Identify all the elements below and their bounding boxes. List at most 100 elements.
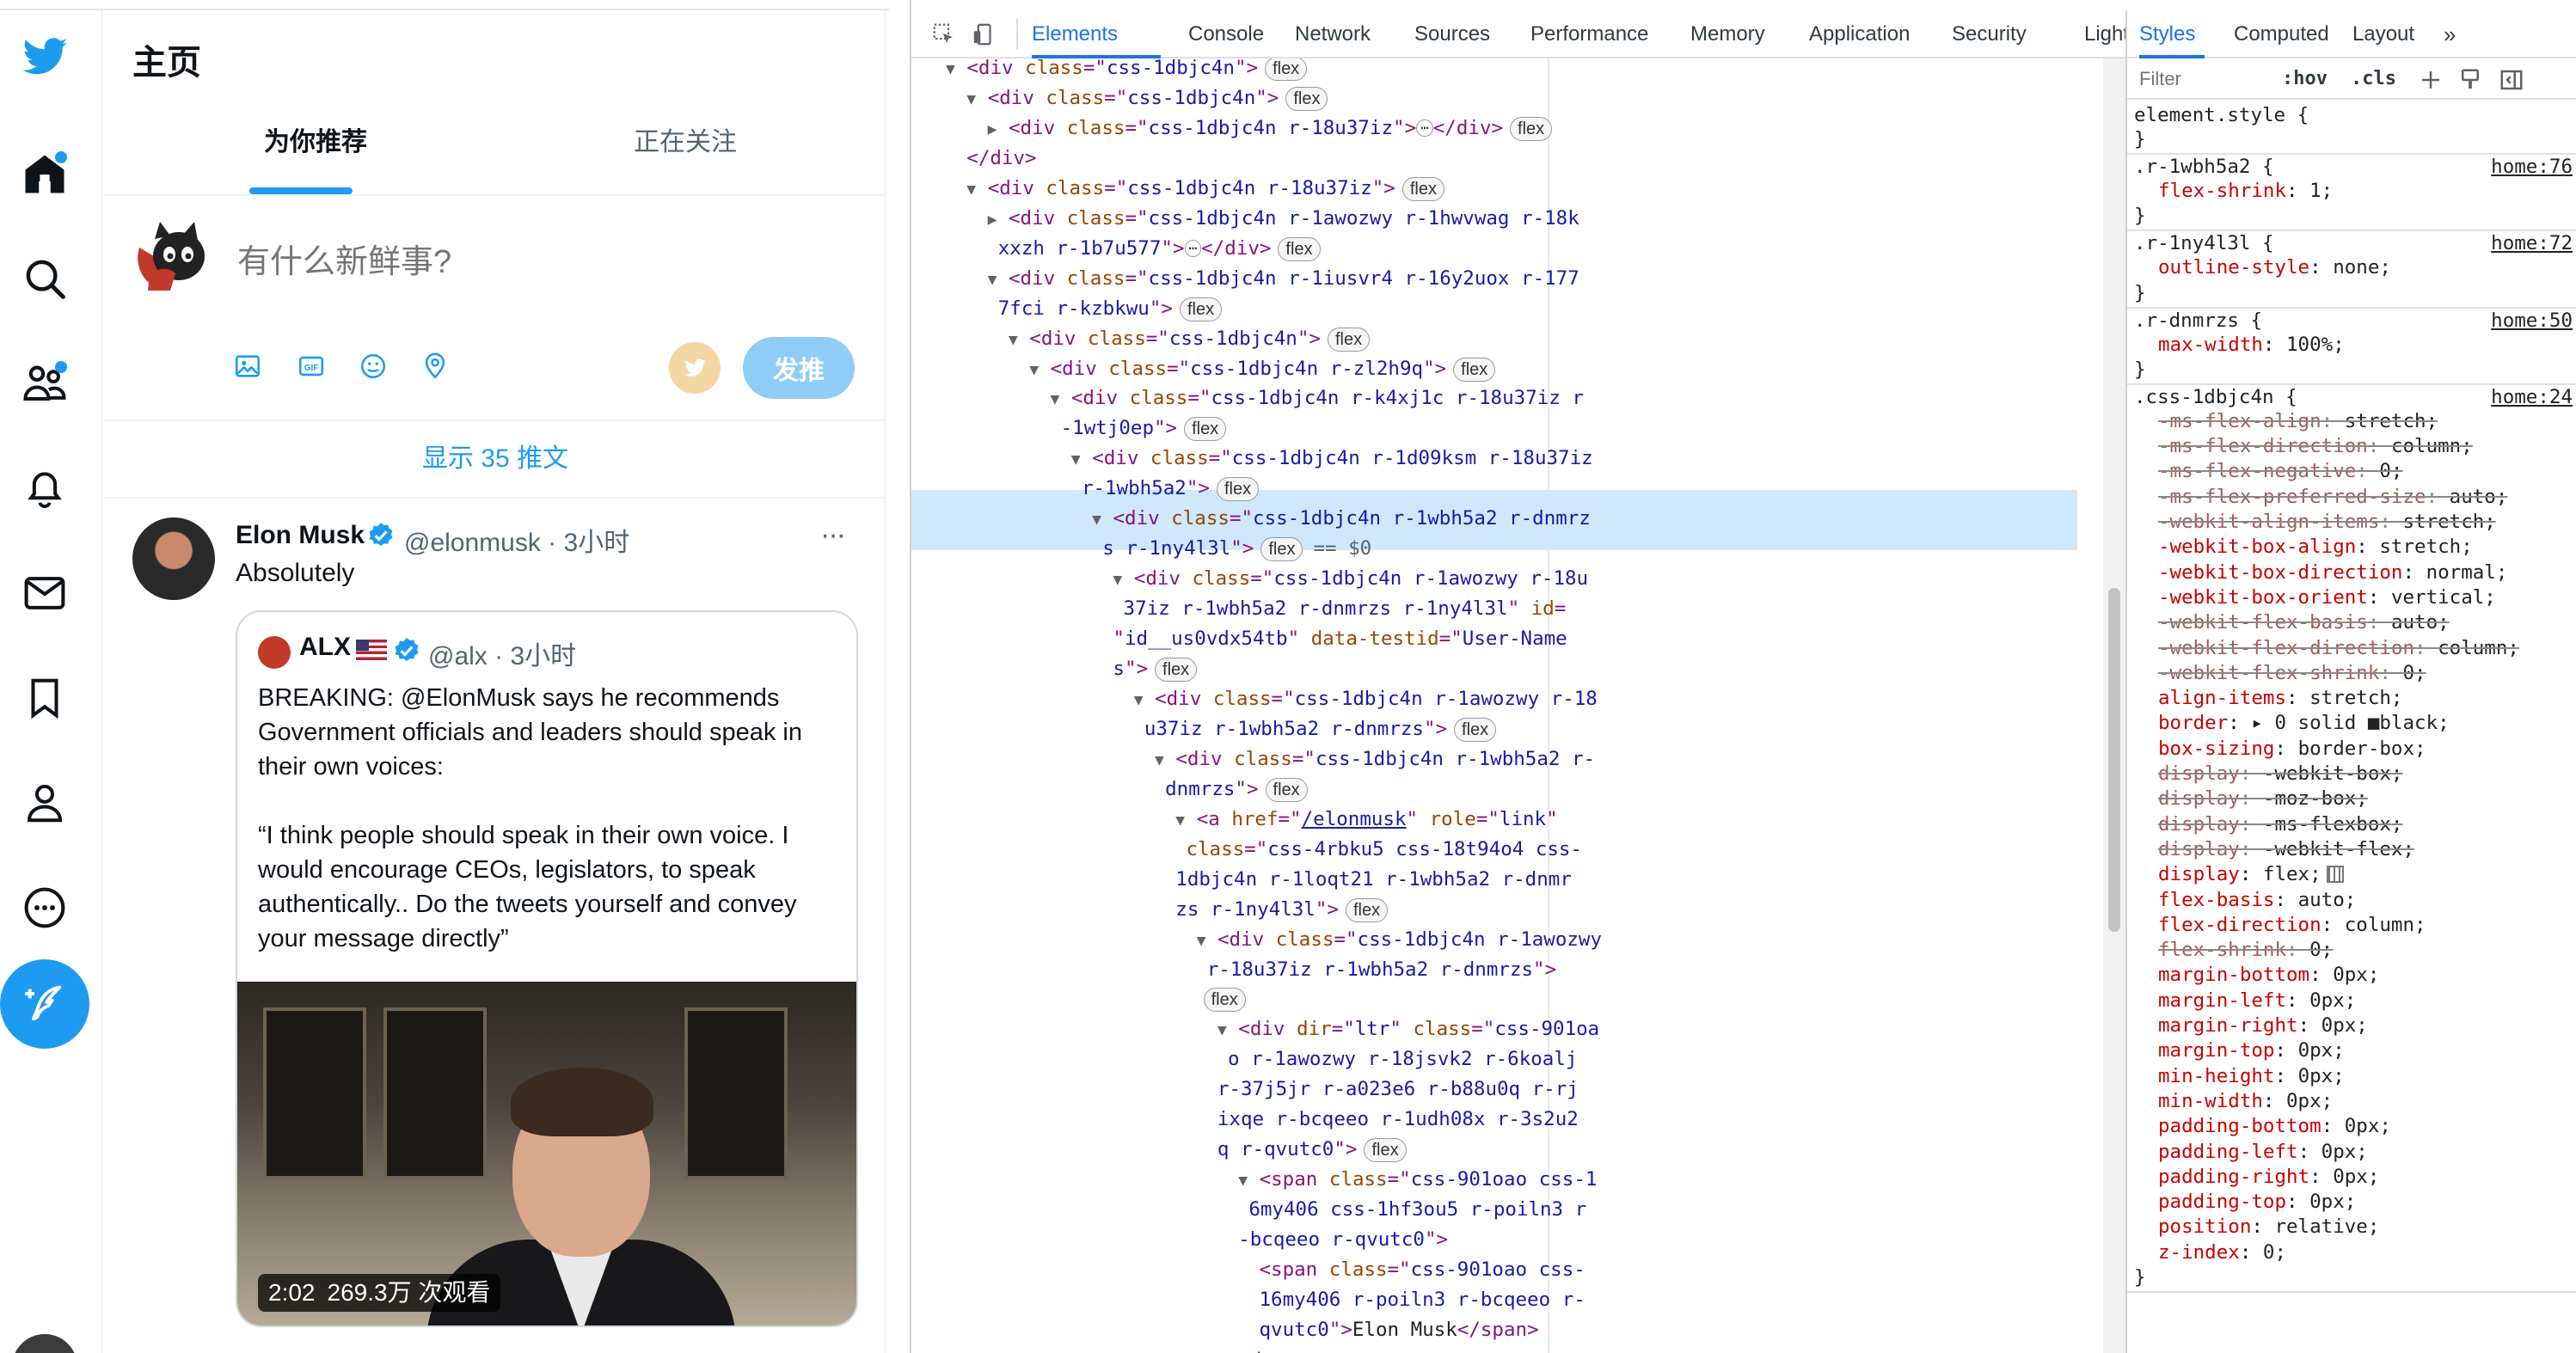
css-declaration[interactable]: max-width: 100%; [2134,333,2576,358]
css-property-value[interactable]: flex; [2263,863,2321,885]
css-property-value[interactable]: auto; [2391,611,2450,634]
css-property-value[interactable]: vertical; [2391,586,2496,609]
css-property-name[interactable]: -webkit-box-orient [2158,586,2368,609]
tweet-more-button[interactable]: ··· [815,517,849,552]
css-property-name[interactable]: flex-basis [2158,889,2274,911]
flex-badge[interactable]: flex [1285,86,1328,111]
dom-node-line[interactable]: ▶ <div class="css-1dbjc4n r-18u37iz"> ⋯ </… [988,113,1553,144]
css-property-value[interactable]: auto; [2298,889,2357,911]
dom-node-line[interactable]: flex [1197,984,1246,1013]
css-property-name[interactable]: align-items [2158,687,2286,709]
css-property-value[interactable]: 0px; [2321,1014,2368,1037]
flex-badge[interactable]: flex [1364,1138,1407,1163]
quote-author-name[interactable]: ALX [299,633,351,662]
css-property-value[interactable]: column; [2391,435,2473,457]
css-declaration[interactable]: margin-bottom: 0px; [2134,963,2576,988]
rule-source-link[interactable]: home:76 [2491,155,2573,179]
expand-down-icon[interactable]: ▼ [946,60,955,78]
account-avatar[interactable] [12,1334,77,1353]
dom-node-line[interactable]: dnmrzs"> flex [1165,774,1308,804]
tweet[interactable]: Elon Musk @elonmusk · 3小时 ··· Absolutely… [105,499,886,1353]
compose-tweet-button[interactable] [0,959,89,1049]
css-declaration[interactable]: -webkit-box-orient: vertical; [2134,585,2576,610]
css-property-value[interactable]: stretch; [2379,536,2472,558]
flex-badge[interactable]: flex [1265,58,1308,81]
css-declaration[interactable]: display: flex; [2134,862,2576,887]
expand-down-icon[interactable]: ▼ [1051,390,1060,408]
css-property-value[interactable]: 0px; [2309,989,2356,1012]
expand-right-icon[interactable]: ▶ [988,211,997,229]
css-declaration-overridden[interactable]: -webkit-flex-shrink: 0; [2134,661,2576,686]
rule-source-link[interactable]: home:24 [2491,385,2573,409]
css-property-name[interactable]: padding-bottom [2158,1115,2321,1137]
css-declaration[interactable]: padding-bottom: 0px; [2134,1114,2576,1139]
css-property-value[interactable]: 0px; [2298,1039,2345,1062]
css-selector[interactable]: .r-1wbh5a2 { [2134,156,2274,178]
tab-network[interactable]: Network [1295,10,1371,58]
css-property-value[interactable]: column; [2438,637,2519,659]
css-property-name[interactable]: flex-direction [2158,914,2321,936]
flex-badge[interactable]: flex [1260,537,1303,562]
css-property-value[interactable]: 0px; [2309,1191,2356,1213]
flex-badge[interactable]: flex [1184,417,1227,442]
expand-down-icon[interactable]: ▼ [1071,450,1081,468]
rule-source-link[interactable]: home:72 [2491,231,2573,255]
dom-node-line[interactable]: ▼ <div class="css-1dbjc4n r-1awozwy r-18… [1113,564,1588,595]
css-declaration[interactable]: padding-left: 0px; [2134,1140,2576,1165]
css-property-value[interactable]: 0; [2379,460,2402,482]
quote-handle-time[interactable]: @alx · 3小时 [428,634,576,672]
tab-application[interactable]: Application [1809,10,1910,58]
toggle-sidebar-icon[interactable] [2499,67,2524,93]
css-property-value[interactable]: -ms-flexbox; [2263,813,2403,836]
css-declaration[interactable]: margin-left: 0px; [2134,989,2576,1013]
dom-node-line[interactable]: </div> [966,144,1036,173]
css-property-value[interactable]: -moz-box; [2263,787,2368,810]
css-declaration[interactable]: flex-direction: column; [2134,913,2576,938]
dom-node-line[interactable]: qvutc0">Elon Musk</span> [1260,1315,1539,1344]
css-property-value[interactable]: column; [2345,914,2426,936]
dom-node-line[interactable]: u37iz r-1wbh5a2 r-dnmrzs"> flex [1144,714,1497,744]
tab-sources[interactable]: Sources [1414,10,1490,58]
dom-node-line[interactable]: ▼ <div class="css-1dbjc4n r-1wbh5a2 r- [1155,744,1595,775]
expand-down-icon[interactable]: ▼ [988,271,997,289]
flex-badge[interactable]: flex [1179,297,1223,321]
dom-node-line[interactable]: xxzh r-1b7u577"> ⋯ </div> flex [998,234,1321,263]
css-property-name[interactable]: -webkit-flex-basis [2158,611,2368,634]
css-declaration[interactable]: box-sizing: border-box; [2134,737,2576,762]
css-declaration[interactable]: position: relative; [2134,1215,2576,1240]
css-property-name[interactable]: -webkit-box-direction [2158,561,2402,584]
flex-badge[interactable]: flex [1216,477,1260,502]
flex-badge[interactable]: flex [1278,236,1321,261]
css-property-name[interactable]: display [2158,813,2240,836]
css-property-name[interactable]: border [2158,712,2228,734]
dom-node-line[interactable]: r-37j5jr r-a023e6 r-b88u0q r-rj [1217,1074,1579,1104]
composer-avatar[interactable] [131,213,213,296]
dom-node-line[interactable]: ▼ <div class="css-1dbjc4n r-1awozwy r-18 [1134,684,1598,715]
dom-node-line[interactable]: </span> [1238,1345,1320,1353]
dom-node-line[interactable]: -bcqeeo r-qvutc0"> [1238,1225,1448,1254]
css-property-value[interactable]: 0px; [2298,1065,2345,1087]
dom-node-line[interactable]: r-18u37iz r-1wbh5a2 r-dnmrzs"> [1207,955,1556,984]
dom-node-line[interactable]: s"> flex [1113,654,1198,683]
css-declaration-overridden[interactable]: -webkit-align-items: stretch; [2134,510,2576,535]
dom-node-line[interactable]: zs r-1ny4l3l"> flex [1175,895,1389,924]
css-property-value[interactable]: 0px; [2345,1115,2391,1137]
dom-node-line[interactable]: ▼ <div class="css-1dbjc4n"> flex [966,83,1328,114]
expand-down-icon[interactable]: ▼ [1092,511,1101,529]
expand-right-icon[interactable]: ▶ [988,120,997,138]
flex-badge[interactable]: flex [1345,897,1389,922]
css-property-value[interactable]: 0px; [2333,964,2379,986]
css-rule[interactable]: .r-1ny4l3l {home:72 outline-style: none;} [2127,231,2576,309]
twitter-blue-promo[interactable] [669,342,721,394]
add-gif-button[interactable]: GIF [294,349,328,383]
css-property-value[interactable]: stretch; [2402,511,2495,533]
tab-styles[interactable]: Styles [2139,10,2195,58]
css-property-name[interactable]: -ms-flex-preferred-size [2158,486,2426,508]
expand-down-icon[interactable]: ▼ [1238,1172,1248,1190]
quote-video[interactable]: 2:02 269.3万 次观看 [237,982,856,1325]
css-declaration-overridden[interactable]: -ms-flex-align: stretch; [2134,409,2576,434]
tab-for-you[interactable]: 为你推荐 [225,120,406,172]
css-property-value[interactable]: 0px; [2286,1090,2333,1112]
dom-node-line[interactable]: ▼ <div class="css-1dbjc4n r-zl2h9q"> flex [1029,354,1496,385]
expand-down-icon[interactable]: ▼ [1029,361,1039,379]
